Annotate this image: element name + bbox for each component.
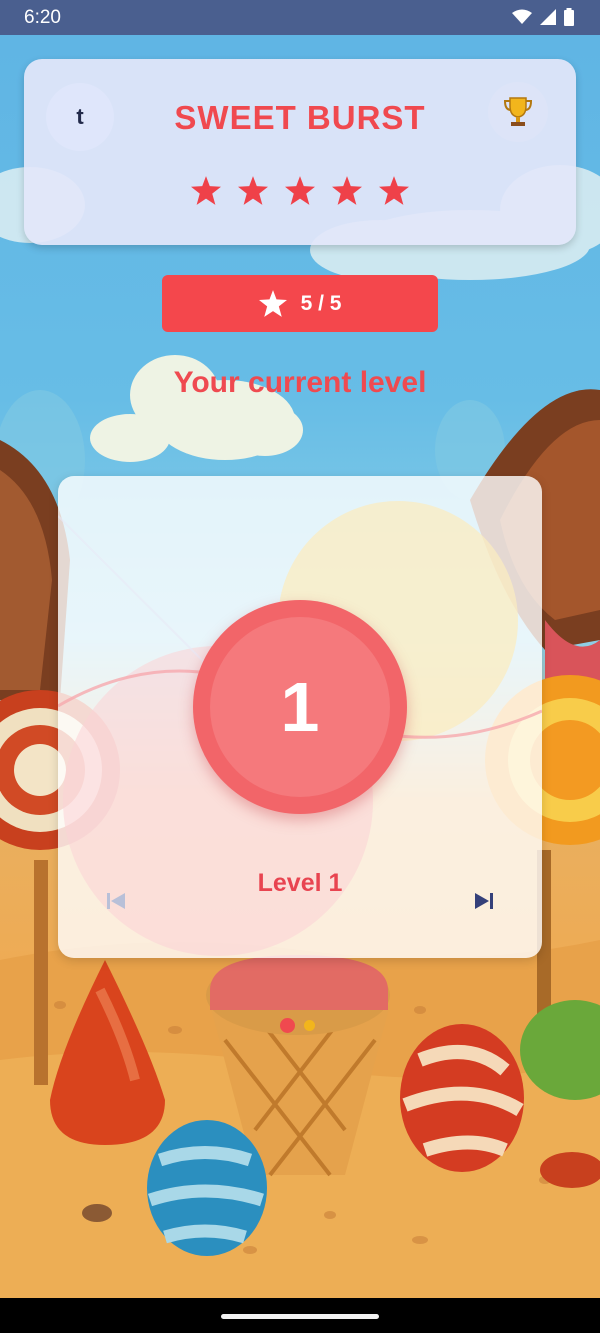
page-indicator [280,1018,315,1033]
level-badge[interactable]: 1 [193,600,407,814]
score-pill: 5 / 5 [162,275,438,332]
previous-level-button[interactable] [100,888,132,914]
app-screen: 6:20 t SWEET BURST 5 / 5 Your current le… [0,0,600,1333]
star-icon [258,290,287,317]
status-time: 6:20 [24,7,61,28]
status-icons [512,8,574,26]
status-bar: 6:20 [0,0,600,35]
signal-icon [540,9,556,25]
level-card[interactable]: 1 Level 1 [58,476,542,958]
rating-star-icon [191,176,221,205]
rating-star-icon [238,176,268,205]
battery-icon [564,8,574,26]
rating-star-icon [332,176,362,205]
trophy-icon [503,97,533,126]
next-level-button[interactable] [468,888,500,914]
rating-star-icon [379,176,409,205]
page-dot[interactable] [280,1018,295,1033]
level-number: 1 [280,668,320,746]
wifi-icon [512,9,532,24]
score-text: 5 / 5 [300,291,342,315]
rating-stars [24,176,576,205]
current-level-label: Your current level [173,366,427,399]
skip-next-icon [475,893,493,909]
trophy-button[interactable] [488,82,548,142]
skip-previous-icon [107,893,125,909]
home-indicator[interactable] [221,1314,379,1319]
header-card: t SWEET BURST [24,59,576,245]
rating-star-icon [285,176,315,205]
page-dot[interactable] [304,1020,315,1031]
